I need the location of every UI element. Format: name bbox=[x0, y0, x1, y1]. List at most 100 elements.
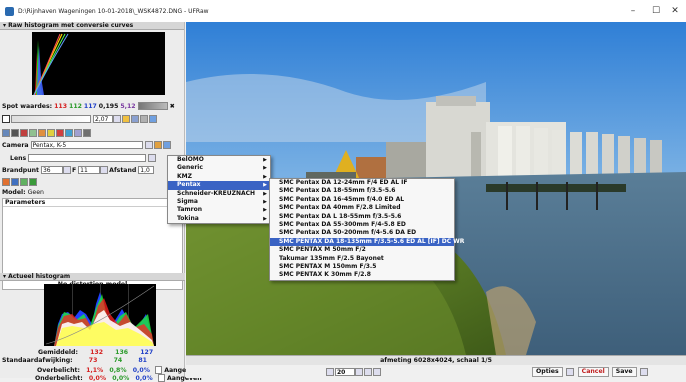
tab-grayscale-icon[interactable] bbox=[29, 129, 37, 137]
options-button[interactable]: Opties bbox=[532, 366, 563, 377]
tab-raw-icon[interactable] bbox=[2, 129, 10, 137]
zoom-field[interactable]: 20 bbox=[335, 367, 355, 376]
zoom-out-icon[interactable] bbox=[326, 367, 334, 376]
lens-menu-item[interactable]: SMC PENTAX M 150mm F/3.5 bbox=[270, 263, 454, 271]
lens-field[interactable] bbox=[28, 154, 147, 162]
lens-menu-item[interactable]: SMC Pentax DA 50-200mm f/4-5.6 DA ED bbox=[270, 229, 454, 237]
lens-tab-3-icon[interactable] bbox=[20, 178, 28, 186]
f-field[interactable]: 11 bbox=[78, 166, 101, 174]
exposure-spin-icon[interactable] bbox=[113, 115, 121, 123]
over-row: Overbelicht: 1,1% 0,8% 0,0% Aangeven bbox=[37, 366, 199, 374]
maker-menu-item[interactable]: Pentax ▶ bbox=[168, 181, 270, 190]
cancel-label: Cancel bbox=[581, 367, 605, 375]
close-spot-icon[interactable]: ✖ bbox=[170, 103, 175, 110]
lens-tab-4-icon[interactable] bbox=[29, 178, 37, 186]
zoom-in-icon[interactable] bbox=[355, 367, 363, 376]
lens-menu-label: SMC Pentax DA 16-45mm f/4.0 ED AL bbox=[279, 195, 405, 203]
zoom-100-icon[interactable] bbox=[373, 367, 381, 376]
avg-r: 132 bbox=[90, 349, 104, 356]
maker-menu-label: Schneider-KREUZNACH bbox=[177, 189, 256, 197]
std-g: 74 bbox=[113, 357, 123, 364]
lens-menu-item[interactable]: SMC Pentax DA 18-55mm f/3.5-5.6 bbox=[270, 187, 454, 195]
save-as-icon[interactable] bbox=[639, 367, 648, 376]
std-label: Standaardafwijking: bbox=[2, 357, 73, 364]
submenu-arrow-icon: ▶ bbox=[263, 182, 267, 189]
warning-icon[interactable] bbox=[131, 115, 139, 123]
actual-histogram bbox=[44, 284, 156, 346]
lens-menu-item[interactable]: SMC Pentax DA 40mm F/2.8 Limited bbox=[270, 204, 454, 212]
save-button[interactable]: Save bbox=[611, 366, 637, 377]
status-bar: afmeting 6028x4024, schaal 1/5 bbox=[186, 355, 686, 365]
maker-menu-item[interactable]: Schneider-KREUZNACH ▶ bbox=[168, 190, 270, 198]
spot-color-swatch bbox=[137, 102, 168, 110]
lens-search-icon[interactable] bbox=[148, 154, 157, 162]
under-checkbox[interactable] bbox=[157, 374, 165, 382]
lens-tab-2-icon[interactable] bbox=[11, 178, 19, 186]
cancel-button[interactable]: Cancel bbox=[577, 366, 609, 377]
camera-search-icon[interactable] bbox=[144, 141, 153, 149]
tool-tabs-row bbox=[2, 129, 92, 137]
camera-row: Camera Pentax, K-5 bbox=[2, 141, 172, 149]
tab-crop-icon[interactable] bbox=[74, 129, 82, 137]
focal-field[interactable]: 36 bbox=[40, 166, 63, 174]
lens-menu-item[interactable]: SMC Pentax DA 16-45mm f/4.0 ED AL bbox=[270, 196, 454, 204]
clip-icon[interactable] bbox=[140, 115, 148, 123]
lens-menu-item[interactable]: SMC PENTAX M 50mm F/2 bbox=[270, 246, 454, 254]
camera-reset-icon[interactable] bbox=[162, 141, 171, 149]
raw-histogram-header[interactable]: ▾ Raw histogram met conversie curves bbox=[0, 22, 184, 30]
submenu-arrow-icon: ▶ bbox=[263, 207, 267, 214]
lens-menu-item[interactable]: Takumar 135mm F/2.5 Bayonet bbox=[270, 255, 454, 263]
lens-menu-item[interactable]: SMC PENTAX K 30mm F/2.8 bbox=[270, 271, 454, 279]
actual-histogram-chart bbox=[45, 284, 155, 346]
tab-color-icon[interactable] bbox=[56, 129, 64, 137]
focal-dropdown-icon[interactable] bbox=[62, 166, 71, 174]
f-dropdown-icon[interactable] bbox=[100, 166, 109, 174]
tab-wb-icon[interactable] bbox=[20, 129, 28, 137]
camera-list-icon[interactable] bbox=[153, 141, 162, 149]
lens-menu-label: SMC Pentax DA 55-300mm F/4-5.8 ED bbox=[279, 220, 406, 228]
maker-menu-item[interactable]: BelOMO ▶ bbox=[168, 156, 270, 164]
maker-menu-label: Tokina bbox=[177, 214, 199, 222]
under-r: 0,0% bbox=[88, 375, 107, 382]
under-b: 0,0% bbox=[135, 375, 153, 382]
maker-menu-item[interactable]: Sigma ▶ bbox=[168, 198, 270, 206]
spot-v1: 0,195 bbox=[98, 102, 119, 110]
avg-label: Gemiddeld: bbox=[38, 349, 78, 356]
refresh-icon[interactable] bbox=[149, 115, 157, 123]
lens-tab-1-icon[interactable] bbox=[2, 178, 10, 186]
over-checkbox[interactable] bbox=[155, 366, 163, 374]
tab-correction-icon[interactable] bbox=[65, 129, 73, 137]
tab-base-icon[interactable] bbox=[47, 129, 55, 137]
left-panel: ▾ Raw histogram met conversie curves Spo… bbox=[0, 22, 202, 382]
window-title: D:\Rijnhaven Wageningen 10-01-2018\_WSK4… bbox=[18, 7, 209, 15]
submenu-arrow-icon: ▶ bbox=[263, 165, 267, 172]
maker-menu-item[interactable]: KMZ ▶ bbox=[168, 173, 270, 181]
zoom-fit-icon[interactable] bbox=[364, 367, 372, 376]
maker-menu-item[interactable]: Tamron ▶ bbox=[168, 206, 270, 214]
lens-menu-item[interactable]: SMC Pentax DA L 18-55mm f/3.5-5.6 bbox=[270, 213, 454, 221]
delete-icon[interactable] bbox=[565, 367, 574, 376]
tab-exif-icon[interactable] bbox=[83, 129, 91, 137]
maker-menu-item[interactable]: Generic ▶ bbox=[168, 164, 270, 172]
lens-menu-label: SMC Pentax DA 18-55mm f/3.5-5.6 bbox=[279, 187, 396, 195]
avg-b: 127 bbox=[140, 349, 154, 356]
tab-film-icon[interactable] bbox=[11, 129, 19, 137]
lens-menu-item[interactable]: SMC Pentax DA 55-300mm F/4-5.8 ED bbox=[270, 221, 454, 229]
ufraw-window: D:\Rijnhaven Wageningen 10-01-2018\_WSK4… bbox=[0, 0, 686, 382]
lens-menu-item[interactable]: SMC Pentax DA 12-24mm F/4 ED AL IF bbox=[270, 179, 454, 187]
auto-exposure-icon[interactable] bbox=[122, 115, 130, 123]
distance-field[interactable]: 1,0 bbox=[138, 166, 155, 174]
lens-menu-label: SMC PENTAX K 30mm F/2.8 bbox=[279, 271, 371, 279]
distance-label: Afstand bbox=[109, 166, 137, 174]
camera-field[interactable]: Pentax, K-5 bbox=[30, 141, 143, 149]
close-button[interactable]: ✕ bbox=[662, 3, 686, 19]
maker-menu-item[interactable]: Tokina ▶ bbox=[168, 215, 270, 223]
exposure-slider[interactable] bbox=[11, 115, 91, 123]
submenu-arrow-icon: ▶ bbox=[263, 157, 267, 163]
actual-histogram-header[interactable]: ▾ Actueel histogram bbox=[0, 273, 185, 281]
exposure-value[interactable]: 2,07 bbox=[93, 115, 113, 123]
submenu-arrow-icon: ▶ bbox=[263, 198, 267, 205]
tab-lens-icon[interactable] bbox=[38, 129, 46, 137]
lens-menu-item[interactable]: SMC PENTAX DA 18-135mm F/3.5-5.6 ED AL [… bbox=[270, 237, 464, 247]
exposure-icon bbox=[2, 115, 10, 123]
